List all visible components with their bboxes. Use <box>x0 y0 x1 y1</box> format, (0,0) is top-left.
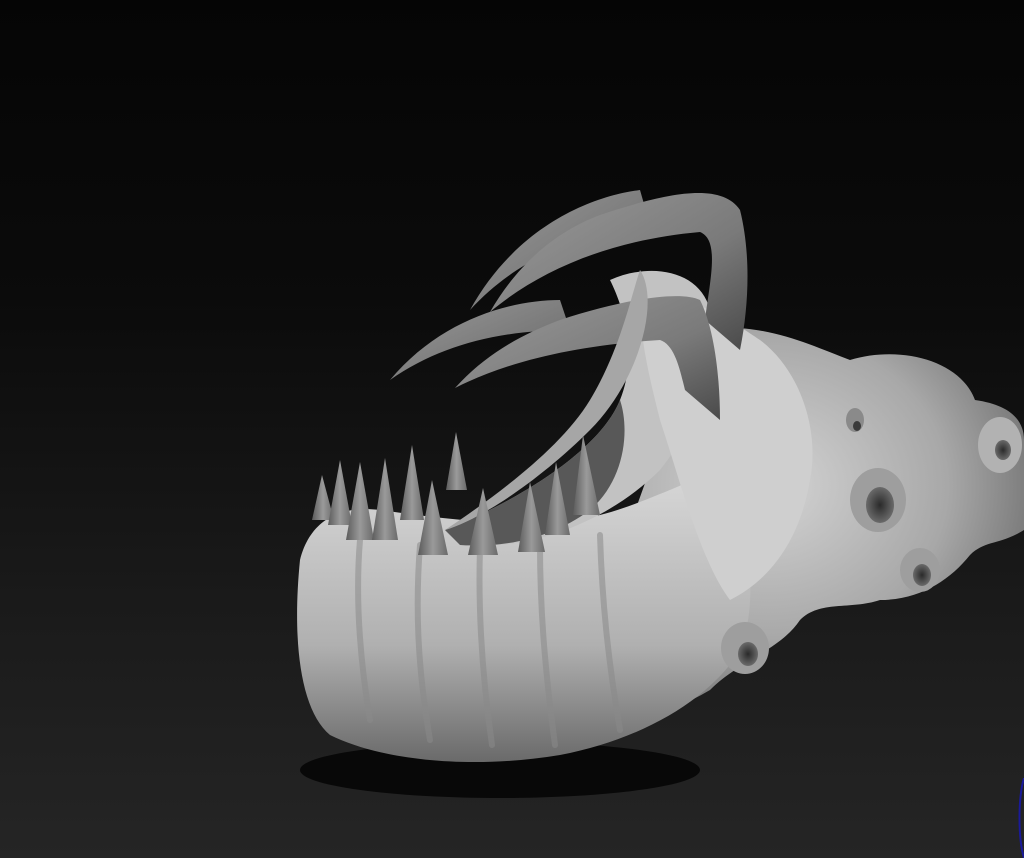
sculpt-viewport[interactable] <box>0 0 1024 858</box>
sculpted-creature-skull-model[interactable] <box>0 0 1024 858</box>
orientation-gizmo-icon[interactable] <box>1016 778 1024 858</box>
